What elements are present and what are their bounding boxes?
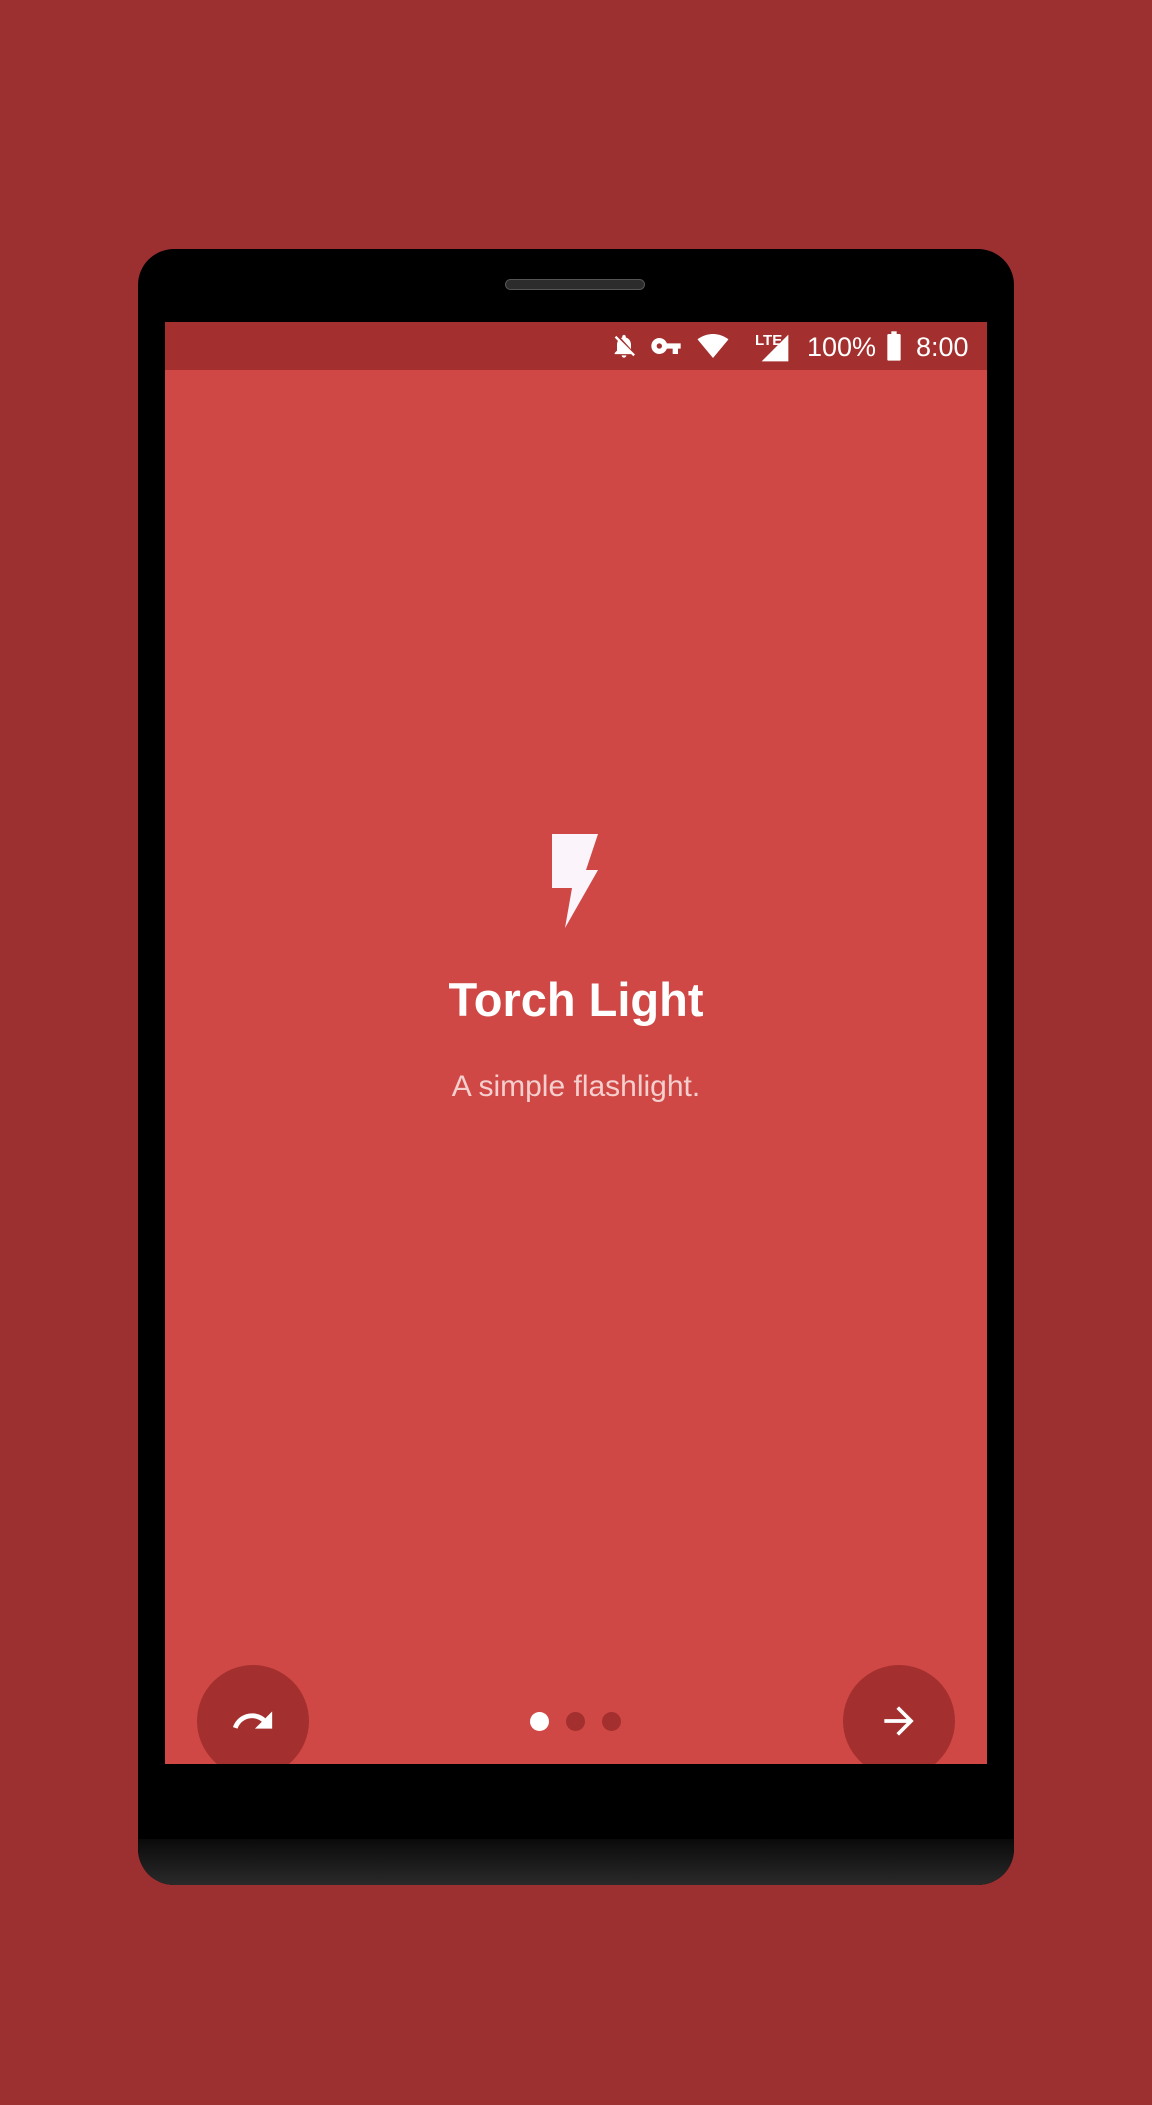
flash-bolt-icon — [552, 834, 598, 928]
redo-icon — [232, 1711, 273, 1729]
arrow-forward-icon — [884, 1706, 914, 1736]
clock-time: 8:00 — [916, 332, 969, 362]
page-indicator-dot-1[interactable] — [530, 1712, 549, 1731]
battery-icon — [887, 331, 901, 361]
page-indicator-dot-3[interactable] — [602, 1712, 621, 1731]
wifi-icon — [697, 334, 729, 358]
cell-signal-icon — [761, 334, 789, 362]
app-screen: LTE 100% 8:00 Torch Light A simple flash… — [165, 322, 987, 1764]
battery-percent: 100% — [807, 332, 877, 362]
phone-frame: LTE 100% 8:00 Torch Light A simple flash… — [138, 249, 1014, 1885]
onboarding-subtitle: A simple flashlight. — [451, 1070, 701, 1103]
phone-speaker — [505, 279, 645, 290]
page-indicator-dot-2[interactable] — [566, 1712, 585, 1731]
status-bar: LTE 100% 8:00 — [165, 322, 987, 370]
vpn-key-icon — [651, 338, 681, 354]
onboarding-title: Torch Light — [448, 973, 704, 1026]
skip-button[interactable] — [197, 1665, 309, 1764]
next-button[interactable] — [843, 1665, 955, 1764]
phone-chin — [138, 1839, 1014, 1885]
notifications-off-icon — [614, 334, 635, 358]
